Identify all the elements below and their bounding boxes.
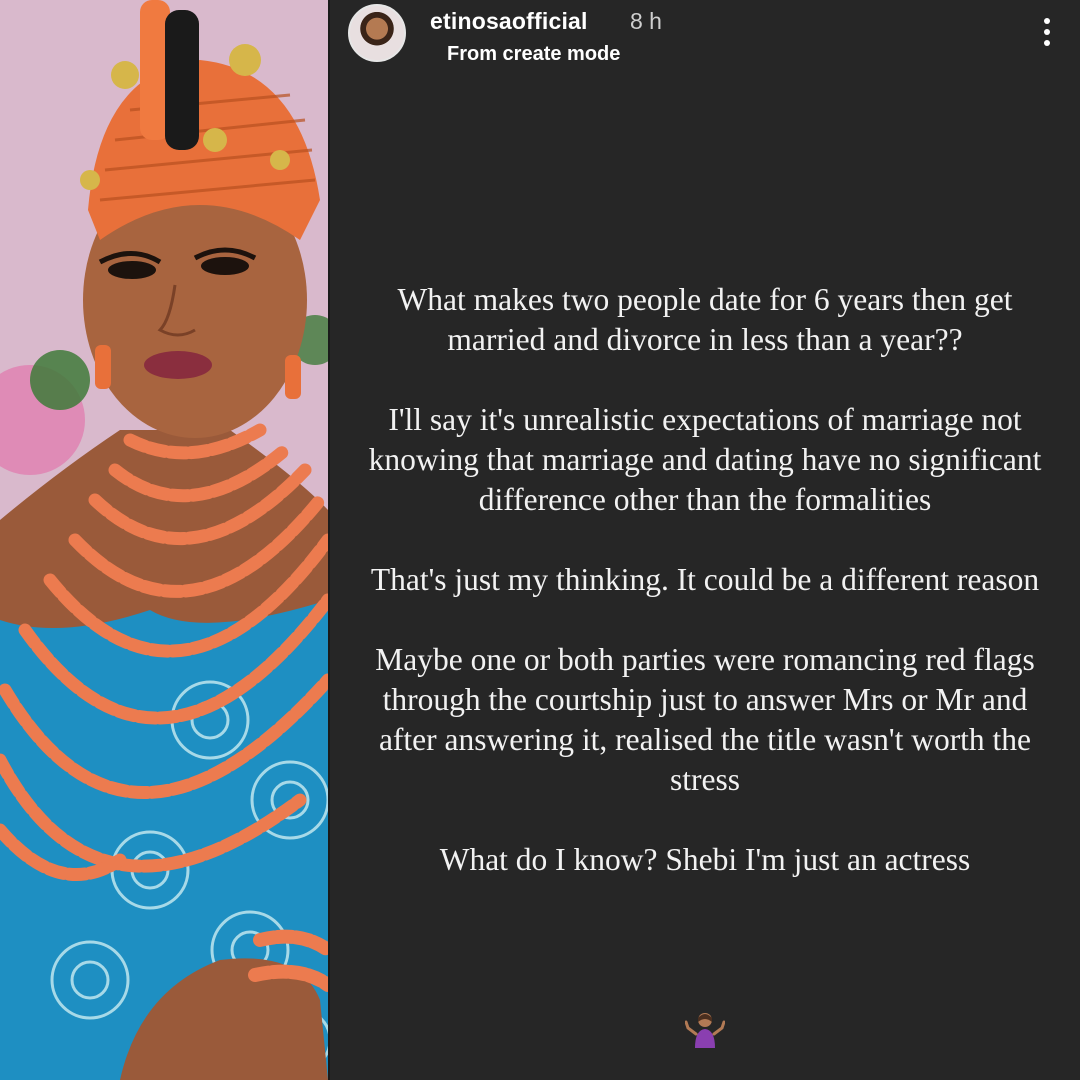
story-header: etinosaofficial 8 h From create mode [348,4,1080,66]
story-paragraph: That's just my thinking. It could be a d… [370,562,1040,597]
story-canvas: etinosaofficial 8 h From create mode Wha… [0,0,1080,1080]
story-paragraph: What do I know? Shebi I'm just an actres… [439,842,971,877]
story-text: What makes two people date for 6 years t… [360,280,1050,880]
create-mode-label: From create mode [447,43,621,65]
more-options-button[interactable] [1040,18,1054,52]
story-paragraph: Maybe one or both parties were romancing… [375,642,1035,797]
more-vertical-icon [1044,18,1050,24]
portrait-photo [0,0,328,1080]
profile-avatar[interactable] [348,4,406,62]
username[interactable]: etinosaofficial [430,8,588,35]
more-dot [1044,29,1050,35]
more-dot [1044,40,1050,46]
person-shrugging-emoji [685,1013,725,1048]
story-paragraph: I'll say it's unrealistic expectations o… [368,402,1042,517]
story-paragraph: What makes two people date for 6 years t… [397,282,1013,357]
timestamp: 8 h [630,8,662,34]
story-panel: etinosaofficial 8 h From create mode Wha… [330,0,1080,1080]
